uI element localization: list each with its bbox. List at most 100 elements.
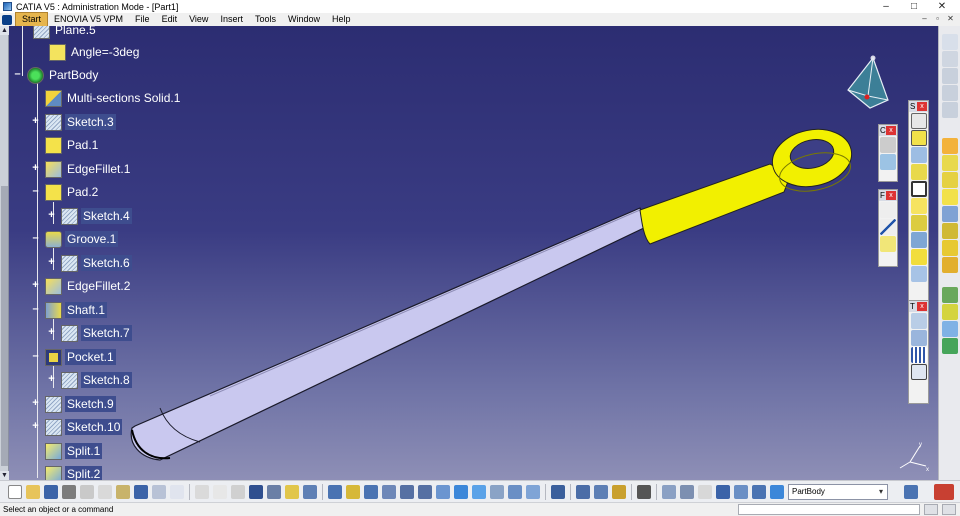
doc-restore-button[interactable]: ▫ (932, 13, 943, 24)
menu-help[interactable]: Help (326, 13, 357, 26)
redo-icon[interactable] (152, 484, 166, 499)
scrollbar-thumb[interactable] (1, 186, 8, 466)
help-icon[interactable] (170, 484, 184, 499)
tree-item-pad1[interactable]: Pad.1 (45, 135, 100, 155)
current-body-select[interactable]: PartBody ▾ (788, 484, 888, 500)
expand-icon[interactable]: + (31, 116, 40, 127)
rotate-icon[interactable] (382, 484, 396, 499)
minimize-button[interactable]: – (872, 0, 900, 13)
open-file-icon[interactable] (26, 484, 40, 499)
palette-close-button[interactable]: x (917, 102, 927, 111)
compass-icon[interactable] (840, 52, 896, 116)
formula-icon[interactable] (195, 484, 209, 499)
status-button-2[interactable] (942, 504, 956, 515)
new-file-icon[interactable] (8, 484, 22, 499)
menu-enovia[interactable]: ENOVIA V5 VPM (48, 13, 129, 26)
scroll-down-icon[interactable]: ▼ (0, 471, 9, 480)
tool-icon-12[interactable] (941, 240, 958, 256)
tree-item-edgefillet2[interactable]: + EdgeFillet.2 (31, 276, 132, 296)
palette-close-button[interactable]: x (886, 191, 896, 200)
tool-icon-b27[interactable] (698, 484, 712, 499)
tool-icon-17[interactable] (941, 338, 958, 354)
doc-minimize-button[interactable]: – (919, 13, 930, 24)
palette-close-button[interactable]: x (886, 126, 896, 135)
scale-tool-icon[interactable] (910, 364, 927, 380)
tool-icon-b20[interactable] (551, 484, 565, 499)
plane-tool-icon[interactable] (880, 236, 896, 252)
paste-icon[interactable] (116, 484, 130, 499)
tool-icon-7[interactable] (941, 155, 958, 171)
tree-item-split1[interactable]: Split.1 (45, 441, 103, 461)
pan-icon[interactable] (364, 484, 378, 499)
tool-icon-9[interactable] (941, 189, 958, 205)
tool-icon-b26[interactable] (680, 484, 694, 499)
tool-icon-1[interactable] (941, 34, 958, 50)
menu-file[interactable]: File (129, 13, 156, 26)
zoom-out-icon[interactable] (418, 484, 432, 499)
select-arrow-icon[interactable] (941, 138, 958, 154)
measure-tool-icon[interactable] (880, 154, 896, 170)
3d-viewport[interactable]: ▲ ▼ Plane.5 Angle=-3deg – PartBody Multi… (0, 26, 938, 480)
command-input[interactable] (738, 504, 920, 515)
menu-start[interactable]: Start (15, 12, 49, 27)
tree-item-angle[interactable]: Angle=-3deg (49, 42, 141, 62)
tree-item-split2[interactable]: Split.2 (45, 464, 103, 480)
shaft-tool-icon[interactable] (910, 164, 927, 180)
expand-icon[interactable]: + (31, 398, 40, 409)
camera-icon[interactable] (637, 484, 651, 499)
tool-icon-b6[interactable] (285, 484, 299, 499)
menu-view[interactable]: View (183, 13, 214, 26)
collapse-icon[interactable]: – (13, 69, 22, 80)
constraint-tool-icon[interactable] (880, 137, 896, 153)
tool-icon-b25[interactable] (662, 484, 676, 499)
expand-icon[interactable]: + (47, 257, 56, 268)
tree-item-groove1[interactable]: – Groove.1 (31, 229, 119, 249)
loft-tool-icon[interactable] (910, 249, 927, 265)
tree-item-sketch7[interactable]: + Sketch.7 (47, 323, 132, 343)
tree-item-pad2[interactable]: – Pad.2 (31, 182, 100, 202)
tool-icon-10[interactable] (941, 206, 958, 222)
fly-mode-icon[interactable] (328, 484, 342, 499)
expand-icon[interactable]: + (31, 163, 40, 174)
undo-icon[interactable] (134, 484, 148, 499)
sketch-tool-icon[interactable] (910, 113, 927, 129)
tree-item-sketch3[interactable]: + Sketch.3 (31, 112, 116, 132)
tool-icon-b29[interactable] (734, 484, 748, 499)
save-icon[interactable] (44, 484, 58, 499)
tool-icon-15[interactable] (941, 304, 958, 320)
tool-icon-5[interactable] (941, 102, 958, 118)
palette-close-button[interactable]: x (917, 302, 927, 311)
slot-tool-icon[interactable] (910, 215, 927, 231)
swap-space-icon[interactable] (508, 484, 522, 499)
pad-tool-icon[interactable] (910, 130, 927, 146)
views-icon[interactable] (454, 484, 468, 499)
menu-tools[interactable]: Tools (249, 13, 282, 26)
tree-item-pocket1[interactable]: – Pocket.1 (31, 347, 116, 367)
mirror-tool-icon[interactable] (910, 330, 927, 346)
copy-icon[interactable] (98, 484, 112, 499)
tool-icon-b21[interactable] (576, 484, 590, 499)
pocket-tool-icon[interactable] (910, 147, 927, 163)
zoom-in-icon[interactable] (400, 484, 414, 499)
tool-icon-16[interactable] (941, 321, 958, 337)
status-button-1[interactable] (924, 504, 938, 515)
tool-icon-3[interactable] (941, 68, 958, 84)
tool-icon-b5[interactable] (267, 484, 281, 499)
shading-icon[interactable] (472, 484, 486, 499)
tool-icon-13[interactable] (941, 257, 958, 273)
print-icon[interactable] (62, 484, 76, 499)
doc-close-button[interactable]: ✕ (945, 13, 956, 24)
tree-item-sketch6[interactable]: + Sketch.6 (47, 253, 132, 273)
expand-icon[interactable]: + (31, 421, 40, 432)
menu-edit[interactable]: Edit (156, 13, 184, 26)
table-icon[interactable] (249, 484, 263, 499)
menu-window[interactable]: Window (282, 13, 326, 26)
hole-tool-icon[interactable] (910, 181, 927, 197)
remove-loft-tool-icon[interactable] (910, 266, 927, 282)
collapse-icon[interactable]: – (31, 351, 40, 362)
expand-icon[interactable]: + (31, 280, 40, 291)
tool-icon-b3[interactable] (231, 484, 245, 499)
point-tool-icon[interactable] (880, 202, 896, 218)
tool-icon-11[interactable] (941, 223, 958, 239)
tool-icon-b30[interactable] (752, 484, 766, 499)
